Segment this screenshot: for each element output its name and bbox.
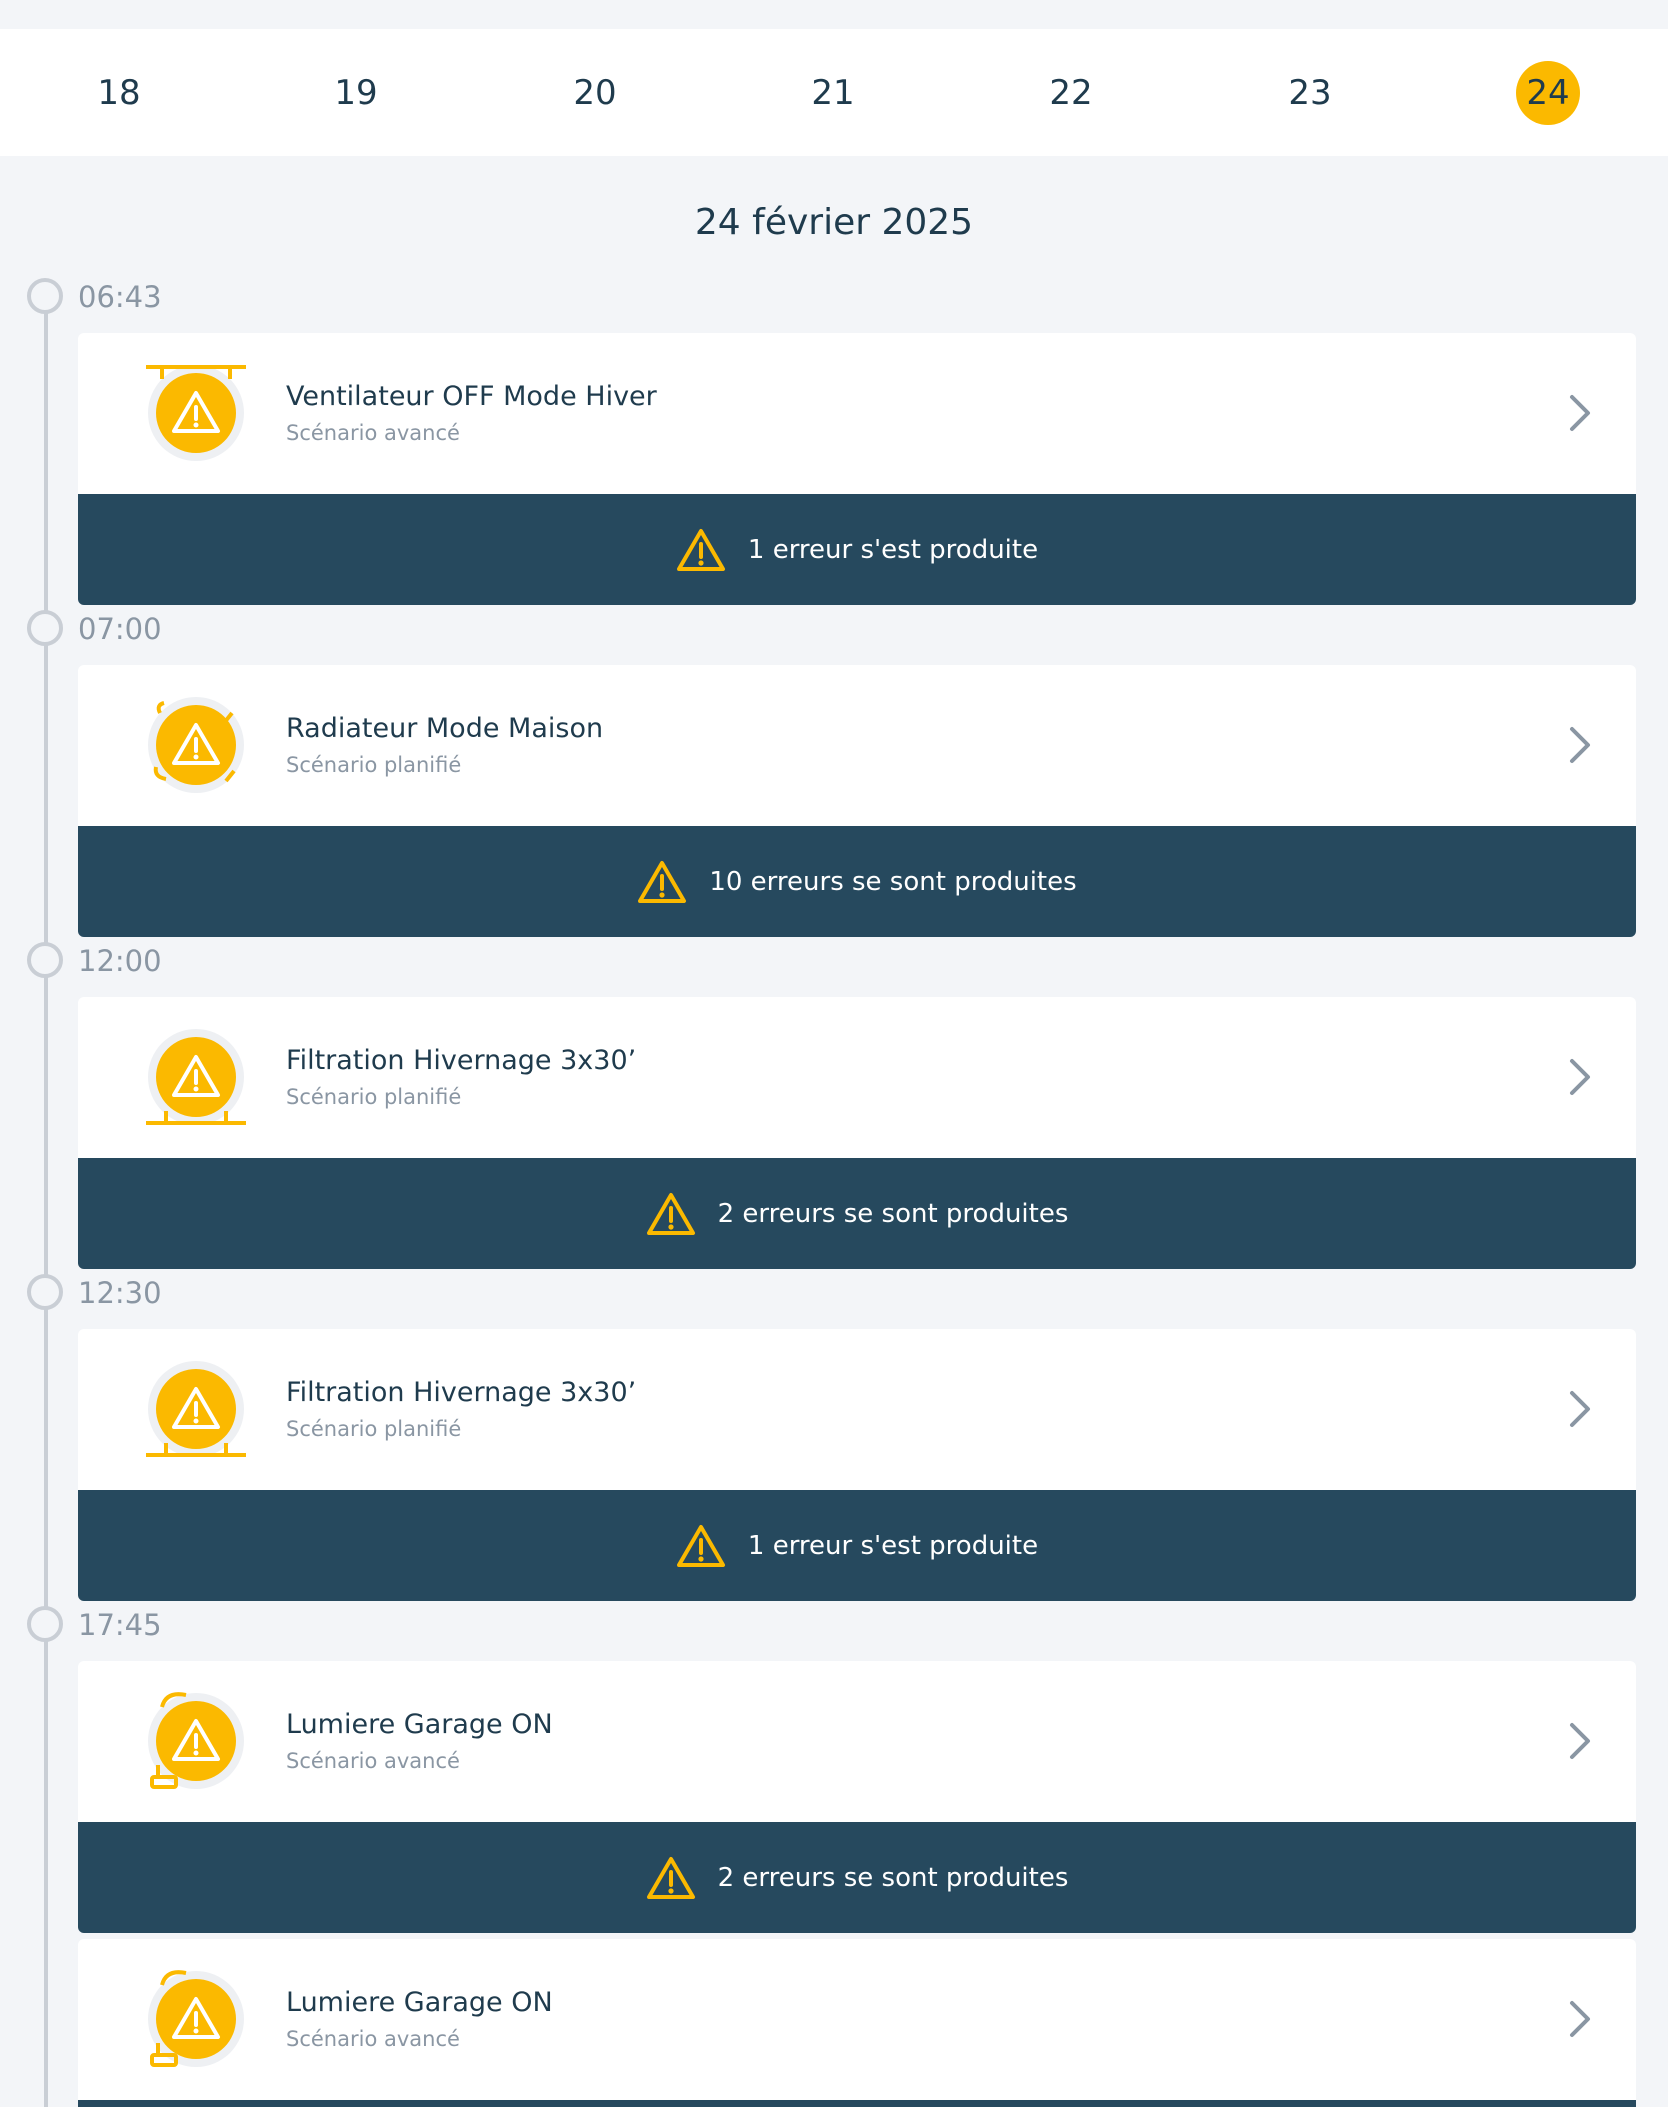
scenario-card-filtration-2[interactable]: Filtration Hivernage 3x30’ Scénario plan… [78, 1329, 1636, 1490]
scenario-type: Scénario planifié [286, 1417, 462, 1441]
time-label: 17:45 [78, 1608, 162, 1642]
day-22[interactable]: 22 [1039, 61, 1103, 125]
fan-warning-icon [146, 365, 246, 461]
error-message: 2 erreurs se sont produites [717, 1198, 1069, 1229]
time-label: 12:30 [78, 1276, 162, 1310]
scenario-title: Ventilateur OFF Mode Hiver [286, 381, 657, 412]
timeline-dot [27, 1606, 63, 1642]
chevron-right-icon [1570, 1723, 1590, 1759]
time-label: 07:00 [78, 612, 162, 646]
chevron-right-icon [1570, 727, 1590, 763]
scenario-title: Lumiere Garage ON [286, 1709, 553, 1740]
week-day-selector: 18 19 20 21 22 23 24 [0, 29, 1668, 156]
scenario-title: Lumiere Garage ON [286, 1987, 553, 2018]
time-label: 12:00 [78, 944, 162, 978]
top-strip [0, 0, 1668, 29]
scenario-title: Filtration Hivernage 3x30’ [286, 1045, 637, 1076]
day-24-selected[interactable]: 24 [1516, 61, 1580, 125]
scenario-card-ventilateur[interactable]: Ventilateur OFF Mode Hiver Scénario avan… [78, 333, 1636, 494]
warning-triangle-icon [676, 528, 725, 571]
scenario-card-radiateur[interactable]: Radiateur Mode Maison Scénario planifié [78, 665, 1636, 826]
chevron-right-icon [1570, 2001, 1590, 2037]
scenario-type: Scénario planifié [286, 753, 462, 777]
scenario-card-lumiere-garage-2[interactable]: Lumiere Garage ON Scénario avancé [78, 1939, 1636, 2100]
chevron-right-icon [1570, 1391, 1590, 1427]
scenario-type: Scénario avancé [286, 2027, 460, 2051]
warning-triangle-icon [646, 1856, 695, 1899]
warning-triangle-icon [638, 860, 687, 903]
error-banner[interactable]: 10 erreurs se sont produites [78, 826, 1636, 937]
radiator-warning-icon [148, 697, 244, 793]
error-banner[interactable]: 2 erreurs se sont produites [78, 1158, 1636, 1269]
chevron-right-icon [1570, 395, 1590, 431]
date-heading: 24 février 2025 [694, 202, 974, 243]
error-message: 10 erreurs se sont produites [709, 866, 1077, 897]
day-20[interactable]: 20 [563, 61, 627, 125]
error-banner[interactable] [78, 2100, 1636, 2107]
time-label: 06:43 [78, 280, 162, 314]
day-23[interactable]: 23 [1278, 61, 1342, 125]
scenario-type: Scénario planifié [286, 1085, 462, 1109]
warning-triangle-icon [676, 1524, 725, 1567]
pool-filter-warning-icon [146, 1029, 246, 1125]
scenario-type: Scénario avancé [286, 421, 460, 445]
error-banner[interactable]: 1 erreur s'est produite [78, 494, 1636, 605]
error-message: 1 erreur s'est produite [747, 1530, 1039, 1561]
error-banner[interactable]: 2 erreurs se sont produites [78, 1822, 1636, 1933]
error-message: 2 erreurs se sont produites [717, 1862, 1069, 1893]
scenario-title: Radiateur Mode Maison [286, 713, 604, 744]
timeline-dot [27, 278, 63, 314]
warning-triangle-icon [646, 1192, 695, 1235]
pool-filter-warning-icon [146, 1361, 246, 1457]
error-banner[interactable]: 1 erreur s'est produite [78, 1490, 1636, 1601]
scenario-card-filtration[interactable]: Filtration Hivernage 3x30’ Scénario plan… [78, 997, 1636, 1158]
light-warning-icon [148, 1692, 244, 1789]
scenario-title: Filtration Hivernage 3x30’ [286, 1377, 637, 1408]
timeline-dot [27, 610, 63, 646]
timeline-dot [27, 942, 63, 978]
chevron-right-icon [1570, 1059, 1590, 1095]
scenario-type: Scénario avancé [286, 1749, 460, 1773]
day-19[interactable]: 19 [324, 61, 388, 125]
timeline-line [44, 296, 48, 2107]
light-warning-icon [148, 1970, 244, 2067]
timeline-dot [27, 1274, 63, 1310]
day-18[interactable]: 18 [87, 61, 151, 125]
day-21[interactable]: 21 [801, 61, 865, 125]
error-message: 1 erreur s'est produite [747, 534, 1039, 565]
scenario-card-lumiere-garage[interactable]: Lumiere Garage ON Scénario avancé [78, 1661, 1636, 1822]
